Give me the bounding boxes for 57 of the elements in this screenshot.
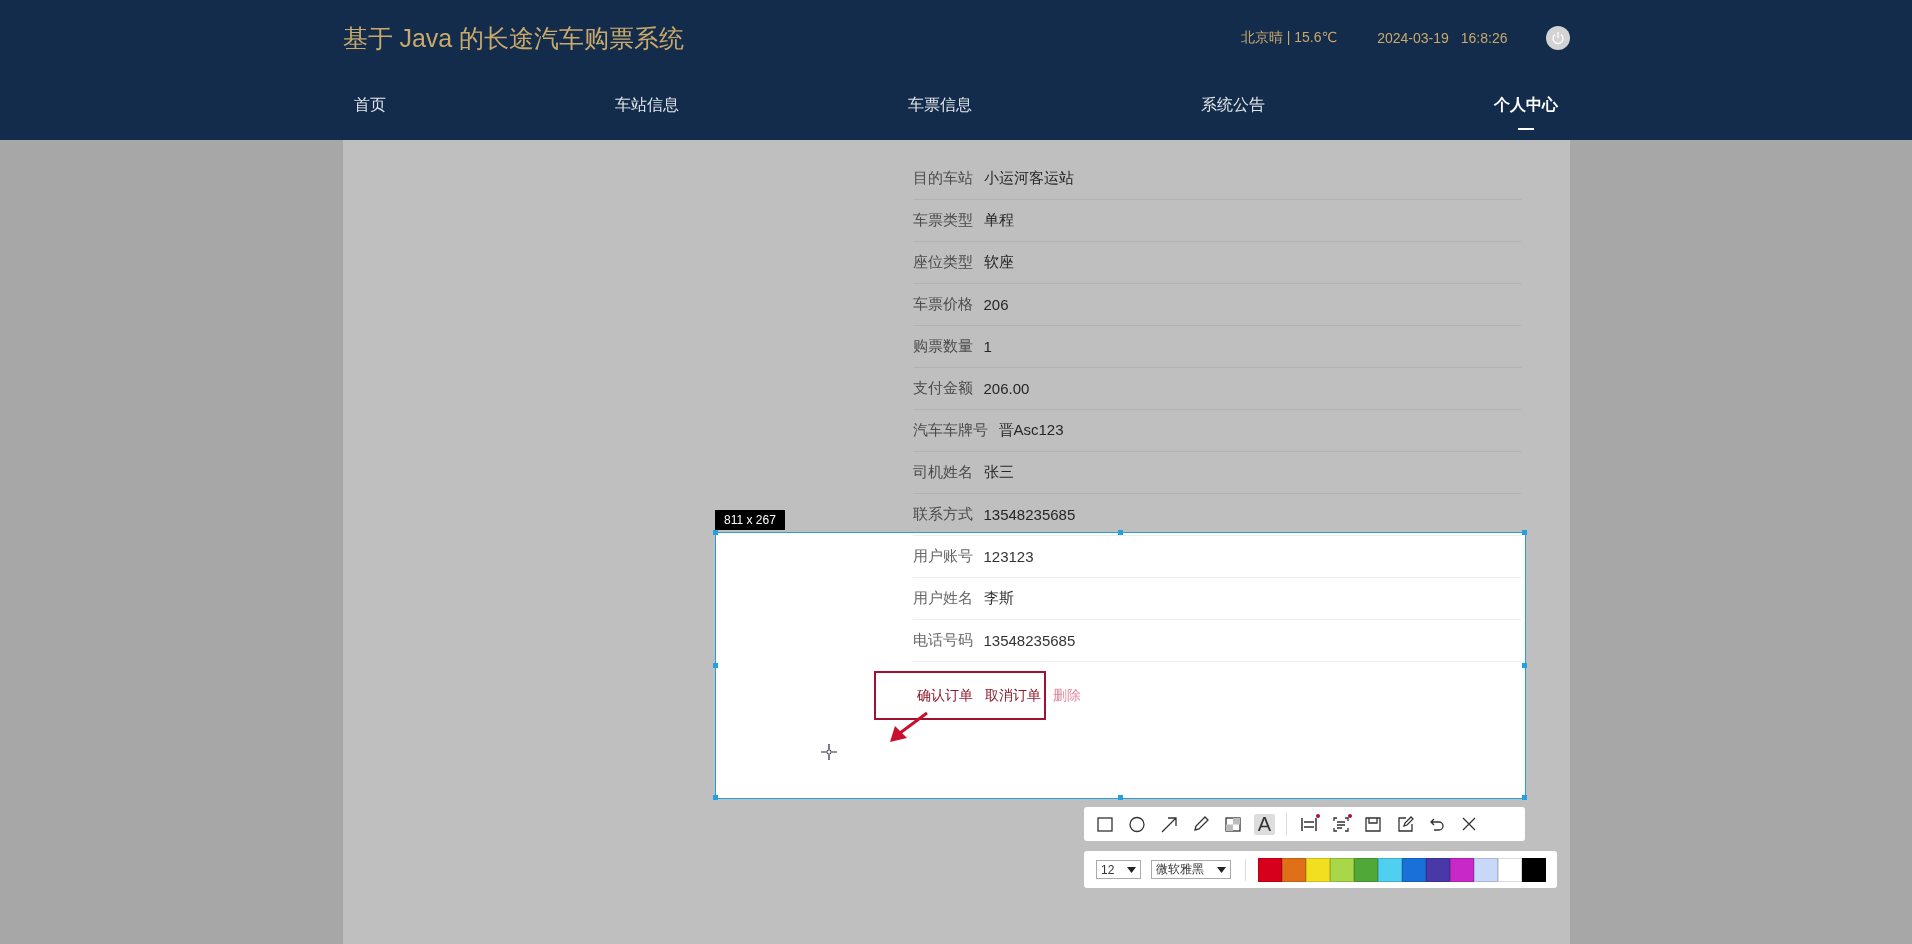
color-swatch[interactable] xyxy=(1354,857,1378,882)
nav-tab[interactable]: 车票信息 xyxy=(907,95,972,116)
nav-tab[interactable]: 系统公告 xyxy=(1200,95,1265,116)
size-label: 811 x 267 xyxy=(715,510,785,530)
color-swatch[interactable] xyxy=(1474,857,1498,882)
time-text: 16:8:26 xyxy=(1460,29,1508,46)
field-value: 206 xyxy=(983,296,1009,313)
color-swatch[interactable] xyxy=(1450,857,1474,882)
field-value: 13548235685 xyxy=(983,506,1076,523)
field-label: 车票价格 xyxy=(912,295,973,314)
field-value: 单程 xyxy=(983,211,1014,230)
field-value: 软座 xyxy=(983,253,1014,272)
color-swatch[interactable] xyxy=(1306,857,1330,882)
field-value: 123123 xyxy=(983,548,1034,565)
field-label: 汽车车牌号 xyxy=(912,421,988,440)
selection-frame[interactable] xyxy=(715,532,1526,799)
color-swatch[interactable] xyxy=(1258,857,1282,882)
field-value: 张三 xyxy=(983,463,1014,482)
font-size-select[interactable]: 12 xyxy=(1096,860,1141,879)
color-swatch[interactable] xyxy=(1330,857,1354,882)
dropdown-arrow-icon xyxy=(1217,866,1226,873)
text-tool[interactable]: A xyxy=(1254,813,1275,835)
color-swatch[interactable] xyxy=(1378,857,1402,882)
field-label: 用户账号 xyxy=(912,547,973,566)
nav-tab[interactable]: 首页 xyxy=(353,95,386,116)
order-link[interactable]: 确认订单 xyxy=(916,687,973,705)
field-value: 晋Asc123 xyxy=(998,421,1064,440)
field-label: 司机姓名 xyxy=(912,463,973,482)
crosshair-cursor-icon xyxy=(821,744,837,760)
field-label: 座位类型 xyxy=(912,253,973,272)
power-icon[interactable] xyxy=(1545,25,1570,50)
color-swatch[interactable] xyxy=(1498,857,1522,882)
field-label: 联系方式 xyxy=(912,505,973,524)
color-swatch[interactable] xyxy=(1282,857,1306,882)
font-select[interactable]: 微软雅黑 xyxy=(1151,860,1231,879)
field-label: 电话号码 xyxy=(912,631,973,650)
nav-tab[interactable]: 个人中心 xyxy=(1493,95,1558,130)
date-text: 2024-03-19 xyxy=(1377,29,1449,46)
color-swatch[interactable] xyxy=(1426,857,1450,882)
color-swatch[interactable] xyxy=(1402,857,1426,882)
site-title: 基于 Java 的长途汽车购票系统 xyxy=(342,23,686,54)
field-label: 购票数量 xyxy=(912,337,973,356)
field-label: 用户姓名 xyxy=(912,589,973,608)
text-scan-icon[interactable] xyxy=(1330,813,1351,835)
field-label: 目的车站 xyxy=(912,169,973,188)
field-label: 车票类型 xyxy=(912,211,973,230)
field-value: 李斯 xyxy=(983,589,1014,608)
color-swatch[interactable] xyxy=(1522,857,1546,882)
field-value: 13548235685 xyxy=(983,632,1076,649)
nav-tab[interactable]: 车站信息 xyxy=(614,95,679,116)
field-value: 1 xyxy=(983,338,992,355)
order-link[interactable]: 取消订单 xyxy=(984,687,1041,705)
field-value: 小运河客运站 xyxy=(983,169,1074,188)
field-label: 支付金额 xyxy=(912,379,973,398)
field-value: 206.00 xyxy=(983,380,1030,397)
dropdown-arrow-icon xyxy=(1127,866,1136,873)
weather-text: 北京晴 | 15.6℃ xyxy=(1240,28,1338,47)
